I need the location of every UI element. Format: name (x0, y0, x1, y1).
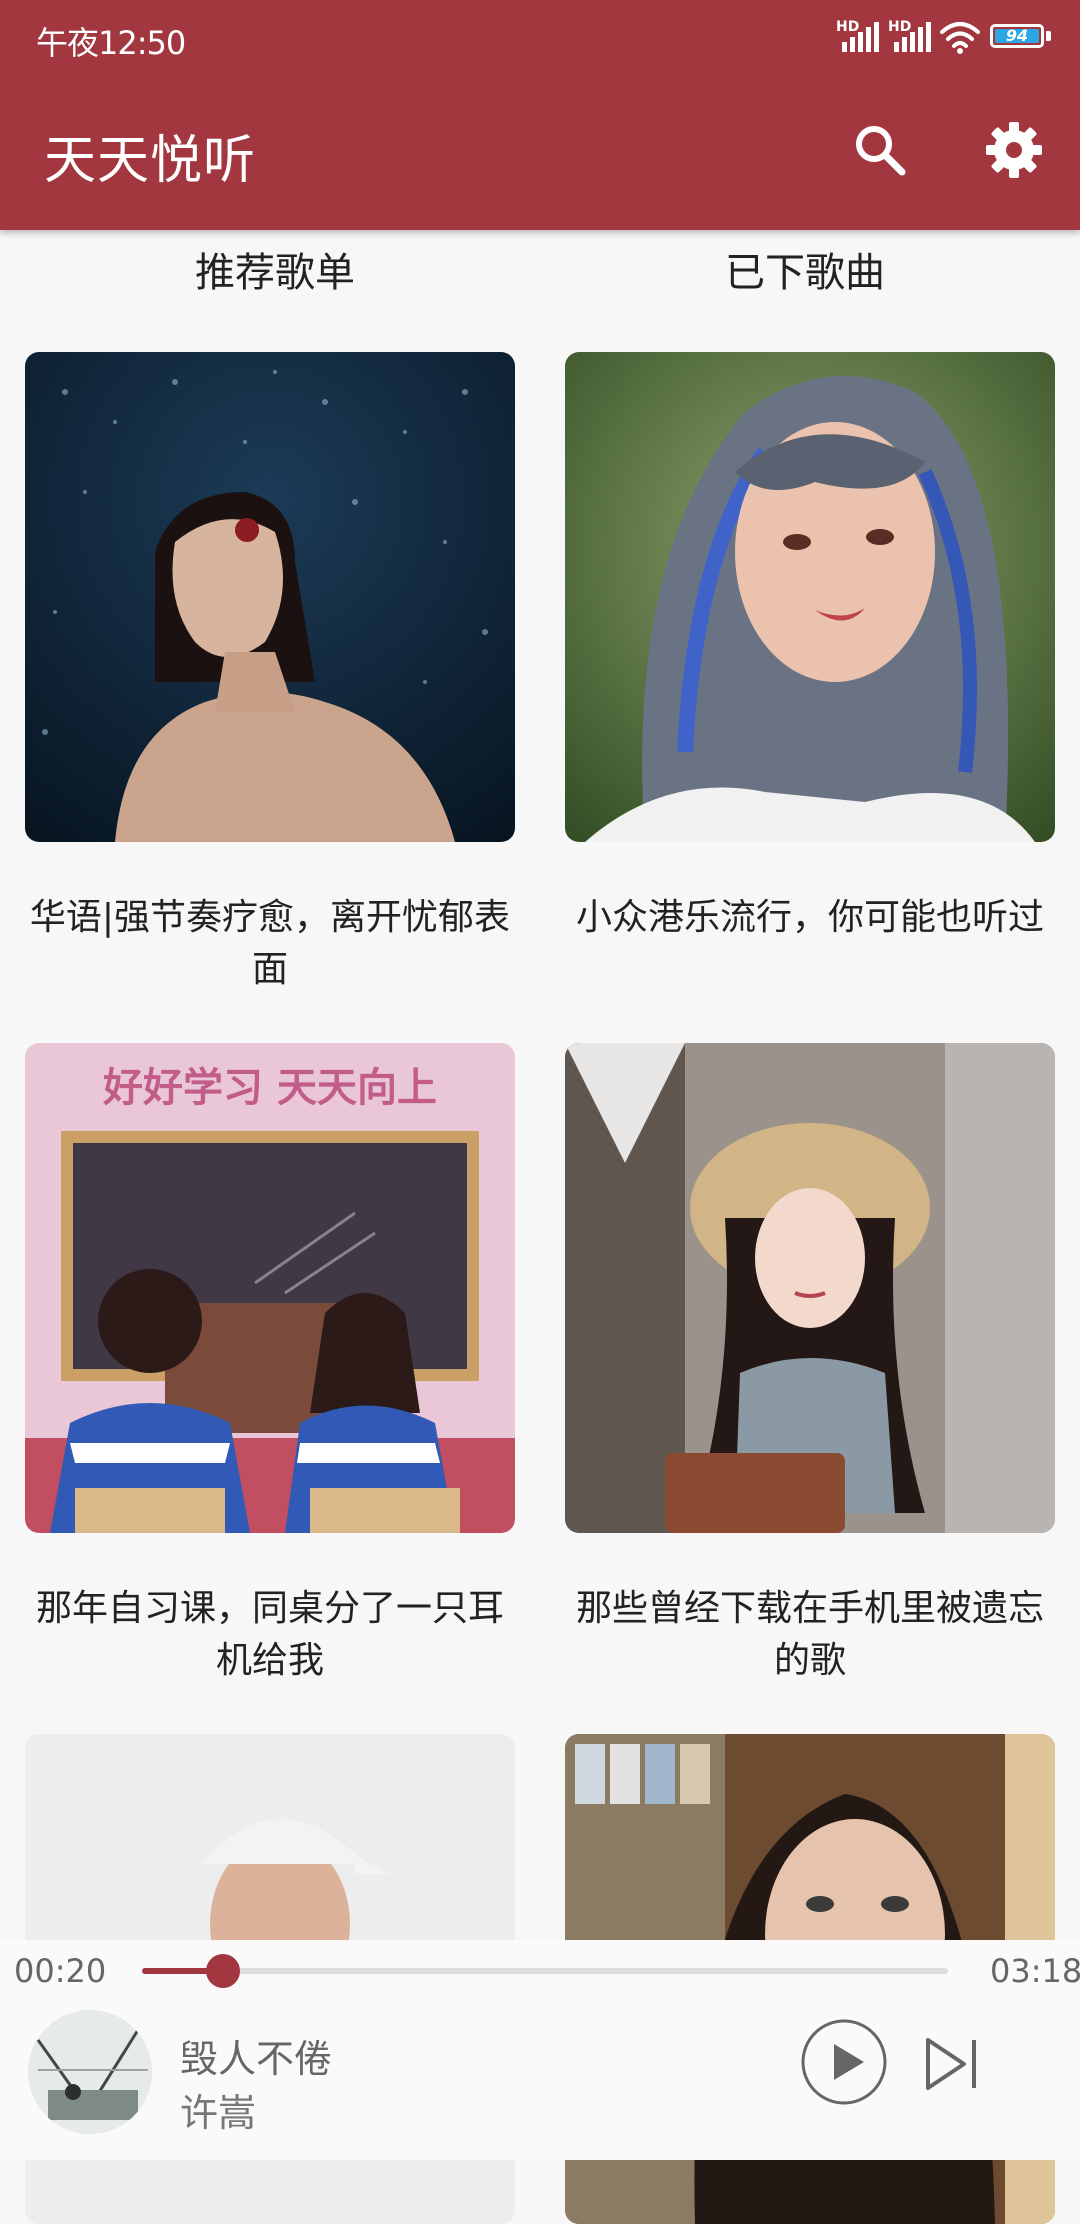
playlist-card[interactable]: 小众港乐流行，你可能也听过 (565, 352, 1055, 944)
playlist-card[interactable]: 好好学习 天天向上 那年自习课，同桌分了一只耳机给我 (25, 1043, 515, 1687)
play-button[interactable] (800, 2018, 888, 2106)
playlist-title: 那年自习课，同桌分了一只耳机给我 (35, 1588, 504, 1681)
battery-icon: 94 (990, 24, 1044, 48)
signal-icon: HD (836, 19, 879, 52)
status-time: 午夜12:50 (36, 24, 186, 62)
playlist-card[interactable]: 华语|强节奏疗愈，离开忧郁表面 (25, 352, 515, 996)
playlist-card[interactable]: 那些曾经下载在手机里被遗忘的歌 (565, 1043, 1055, 1687)
wifi-icon (940, 20, 980, 54)
battery-nub (1046, 31, 1051, 41)
seek-thumb[interactable] (205, 1954, 240, 1988)
signal-icon-2: HD (888, 19, 931, 52)
app-bar: 午夜12:50 HD HD 94 天天悦听 (0, 0, 1080, 230)
playlist-cover (25, 352, 515, 842)
song-title: 毁人不倦 (180, 2037, 333, 2081)
signal-label: HD (836, 19, 860, 35)
status-bar: 午夜12:50 HD HD 94 (0, 0, 1080, 78)
tab-recommended-playlists[interactable]: 推荐歌单 (5, 240, 545, 298)
skip-next-icon (926, 2038, 976, 2090)
playlist-title: 小众港乐流行，你可能也听过 (575, 897, 1044, 938)
playlist-cover: 好好学习 天天向上 (25, 1043, 515, 1533)
album-cover[interactable] (28, 2010, 152, 2134)
current-time: 00:20 (14, 1952, 107, 1990)
signal-label-2: HD (888, 19, 912, 35)
next-button[interactable] (920, 2032, 984, 2096)
battery-level: 94 (995, 28, 1039, 44)
playlist-cover (565, 352, 1055, 842)
seek-bar[interactable] (142, 1954, 948, 1988)
total-time: 03:18 (990, 1952, 1080, 1990)
playlist-title: 华语|强节奏疗愈，离开忧郁表面 (29, 897, 511, 990)
mini-player[interactable]: 00:20 03:18 毁人不倦 许嵩 (0, 1940, 1080, 2160)
app-title: 天天悦听 (44, 131, 257, 191)
playlist-title: 那些曾经下载在手机里被遗忘的歌 (575, 1588, 1044, 1681)
tab-downloaded-songs[interactable]: 已下歌曲 (535, 240, 1075, 298)
gear-icon[interactable] (982, 118, 1046, 182)
search-icon[interactable] (848, 118, 912, 182)
cover-slogan: 好好学习 天天向上 (102, 1065, 437, 1111)
playlist-cover (565, 1043, 1055, 1533)
artist-name: 许嵩 (180, 2091, 257, 2135)
play-icon (801, 2019, 887, 2105)
